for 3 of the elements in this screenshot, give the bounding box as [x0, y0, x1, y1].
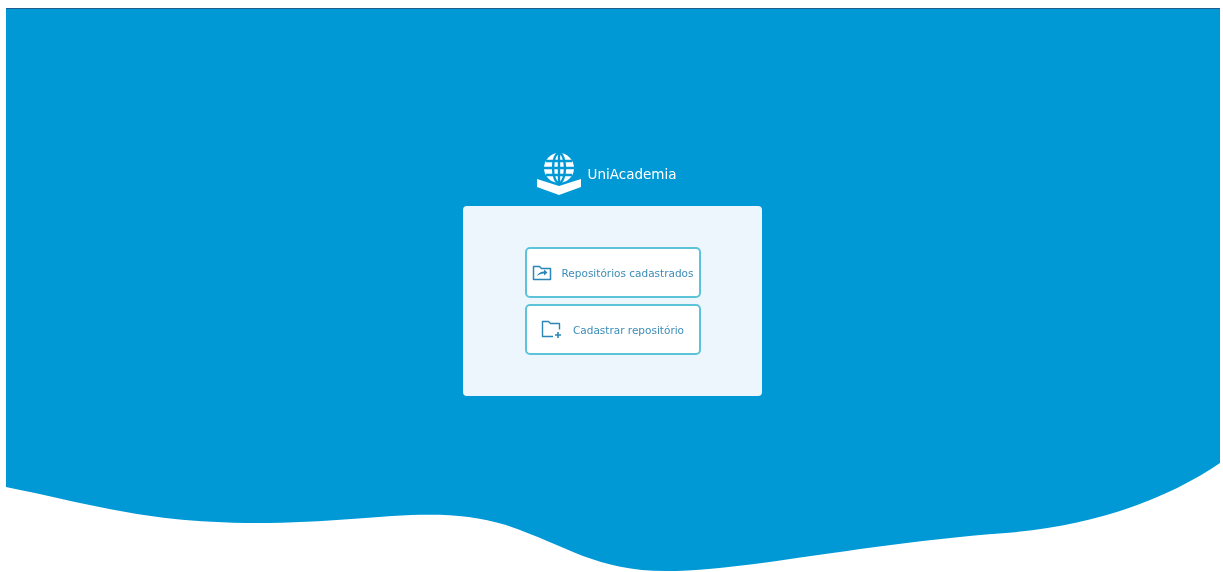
brand-name: UniAcademia — [587, 166, 677, 182]
menu-button[interactable]: Repositórios cadastrados — [524, 247, 701, 298]
menu-button[interactable]: Cadastrar repositório — [524, 304, 701, 355]
